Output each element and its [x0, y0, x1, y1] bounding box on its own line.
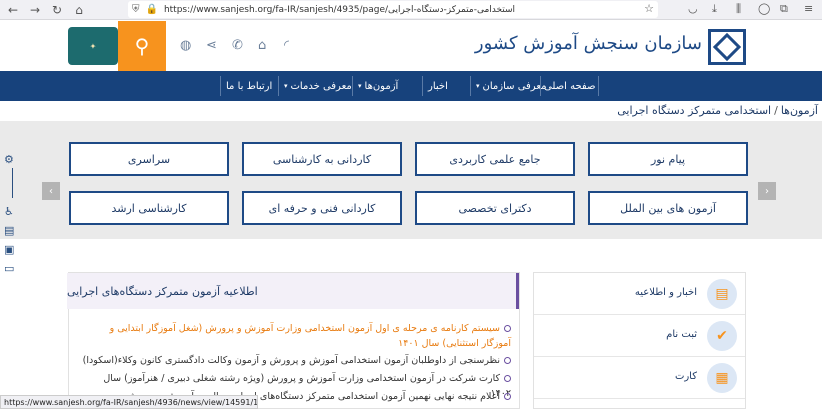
url-bar[interactable]: ⛨ 🔒 https://www.sanjesh.org/fa-IR/sanjes… — [128, 1, 658, 18]
phone-icon[interactable]: ✆ — [232, 38, 243, 53]
news-document-icon: ▤ — [707, 279, 737, 309]
registration-checklist-icon: ✔ — [707, 321, 737, 351]
breadcrumb: آزمون‌ها / استخدامی متمرکز دستگاه اجرایی — [617, 103, 818, 117]
services-panel: ▤ اخبار و اطلاعیه ✔ ثبت نام ▦ کارت — [533, 272, 746, 409]
category-international[interactable]: آزمون های بین الملل — [588, 191, 748, 225]
bullet-icon — [504, 357, 511, 364]
nav-exams[interactable]: آزمون‌ها ▾ — [358, 71, 398, 101]
document-icon[interactable]: ▤ — [4, 224, 14, 237]
bag-icon[interactable]: ▣ — [4, 243, 14, 256]
downloads-icon[interactable]: ⤓ — [712, 2, 717, 16]
lock-icon: 🔒 — [145, 4, 158, 15]
nav-contact[interactable]: ارتباط با ما — [226, 71, 272, 101]
carousel-prev-button[interactable]: ‹ — [42, 182, 60, 200]
url-text: https://www.sanjesh.org/fa-IR/sanjesh/49… — [163, 4, 516, 15]
emblem-logo[interactable]: ✦ — [68, 27, 118, 65]
chevron-left-icon: ‹ — [49, 185, 53, 197]
nav-news[interactable]: اخبار — [428, 71, 448, 101]
back-icon[interactable]: ← — [4, 1, 22, 19]
org-logo[interactable] — [708, 29, 746, 65]
accessibility-icon[interactable]: ♿ — [4, 205, 14, 218]
main-navbar: صفحه اصلی معرفی سازمان ▾ اخبار آزمون‌ها ▾ … — [0, 71, 822, 101]
news-panel-title: اطلاعیه آزمون متمرکز دستگاه‌های اجرایی — [67, 273, 519, 309]
category-sarasari[interactable]: سراسری — [69, 142, 229, 176]
category-technical-associate[interactable]: کاردانی فنی و حرفه ای — [242, 191, 402, 225]
service-card[interactable]: ▦ کارت — [534, 357, 745, 399]
settings-gear-icon[interactable]: ⚙ — [4, 153, 14, 166]
forward-icon[interactable]: → — [26, 1, 44, 19]
status-bar: https://www.sanjesh.org/fa-IR/sanjesh/49… — [0, 395, 258, 409]
category-applied-science[interactable]: جامع علمی کاربردی — [415, 142, 575, 176]
nav-home[interactable]: صفحه اصلی — [544, 71, 595, 101]
bullet-icon — [504, 325, 511, 332]
bullet-icon — [504, 393, 511, 400]
bookmark-star-icon[interactable]: ☆ — [644, 2, 654, 15]
shield-icon: ⛨ — [132, 4, 140, 15]
chat-icon[interactable]: ▭ — [4, 262, 14, 275]
library-icon[interactable]: ⫼ — [736, 2, 741, 16]
extensions-icon[interactable]: ⧉ — [780, 2, 788, 16]
category-payam-noor[interactable]: پیام نور — [588, 142, 748, 176]
breadcrumb-root[interactable]: آزمون‌ها — [781, 104, 818, 117]
search-button[interactable]: ⚲ — [118, 21, 166, 71]
site-header: ✦ ⚲ ◍ ⋖ ✆ ⌂ ◜ سازمان سنجش آموزش کشور — [0, 21, 822, 71]
browser-toolbar: ← → ↻ ⌂ ⛨ 🔒 https://www.sanjesh.org/fa-I… — [0, 0, 822, 20]
id-card-icon: ▦ — [707, 363, 737, 393]
language-globe-icon[interactable]: ◍ — [180, 38, 191, 53]
search-icon: ⚲ — [134, 34, 150, 58]
share-icon[interactable]: ⋖ — [206, 38, 217, 53]
service-registration[interactable]: ✔ ثبت نام — [534, 315, 745, 357]
nav-about[interactable]: معرفی سازمان ▾ — [476, 71, 547, 101]
chevron-down-icon: ▾ — [476, 82, 480, 90]
chevron-down-icon: ▾ — [284, 82, 288, 90]
news-item[interactable]: نظرسنجی از داوطلبان آزمون استخدامی آموزش… — [81, 353, 511, 368]
reload-icon[interactable]: ↻ — [48, 1, 66, 19]
news-item[interactable]: سیستم کارنامه ی مرحله ی اول آزمون استخدا… — [81, 321, 511, 351]
org-name[interactable]: سازمان سنجش آموزش کشور — [475, 33, 702, 54]
nav-services[interactable]: معرفی خدمات ▾ — [284, 71, 352, 101]
service-news-announcements[interactable]: ▤ اخبار و اطلاعیه — [534, 273, 745, 315]
home-icon[interactable]: ⌂ — [70, 1, 88, 19]
news-panel: اطلاعیه آزمون متمرکز دستگاه‌های اجرایی س… — [67, 272, 520, 409]
chevron-down-icon: ▾ — [358, 82, 362, 90]
breadcrumb-current: استخدامی متمرکز دستگاه اجرایی — [617, 103, 772, 117]
category-masters[interactable]: کارشناسی ارشد — [69, 191, 229, 225]
category-phd[interactable]: دکترای تخصصی — [415, 191, 575, 225]
home-icon[interactable]: ⌂ — [258, 38, 266, 53]
carousel-next-button[interactable]: › — [758, 182, 776, 200]
bullet-icon — [504, 375, 511, 382]
chevron-right-icon: › — [765, 185, 769, 197]
account-icon[interactable]: ◯ — [758, 2, 770, 15]
pocket-icon[interactable]: ◡ — [688, 2, 698, 15]
menu-icon[interactable]: ≡ — [804, 2, 813, 15]
category-associate-to-bachelor[interactable]: کاردانی به کارشناسی — [242, 142, 402, 176]
rss-icon[interactable]: ◜ — [284, 38, 289, 53]
